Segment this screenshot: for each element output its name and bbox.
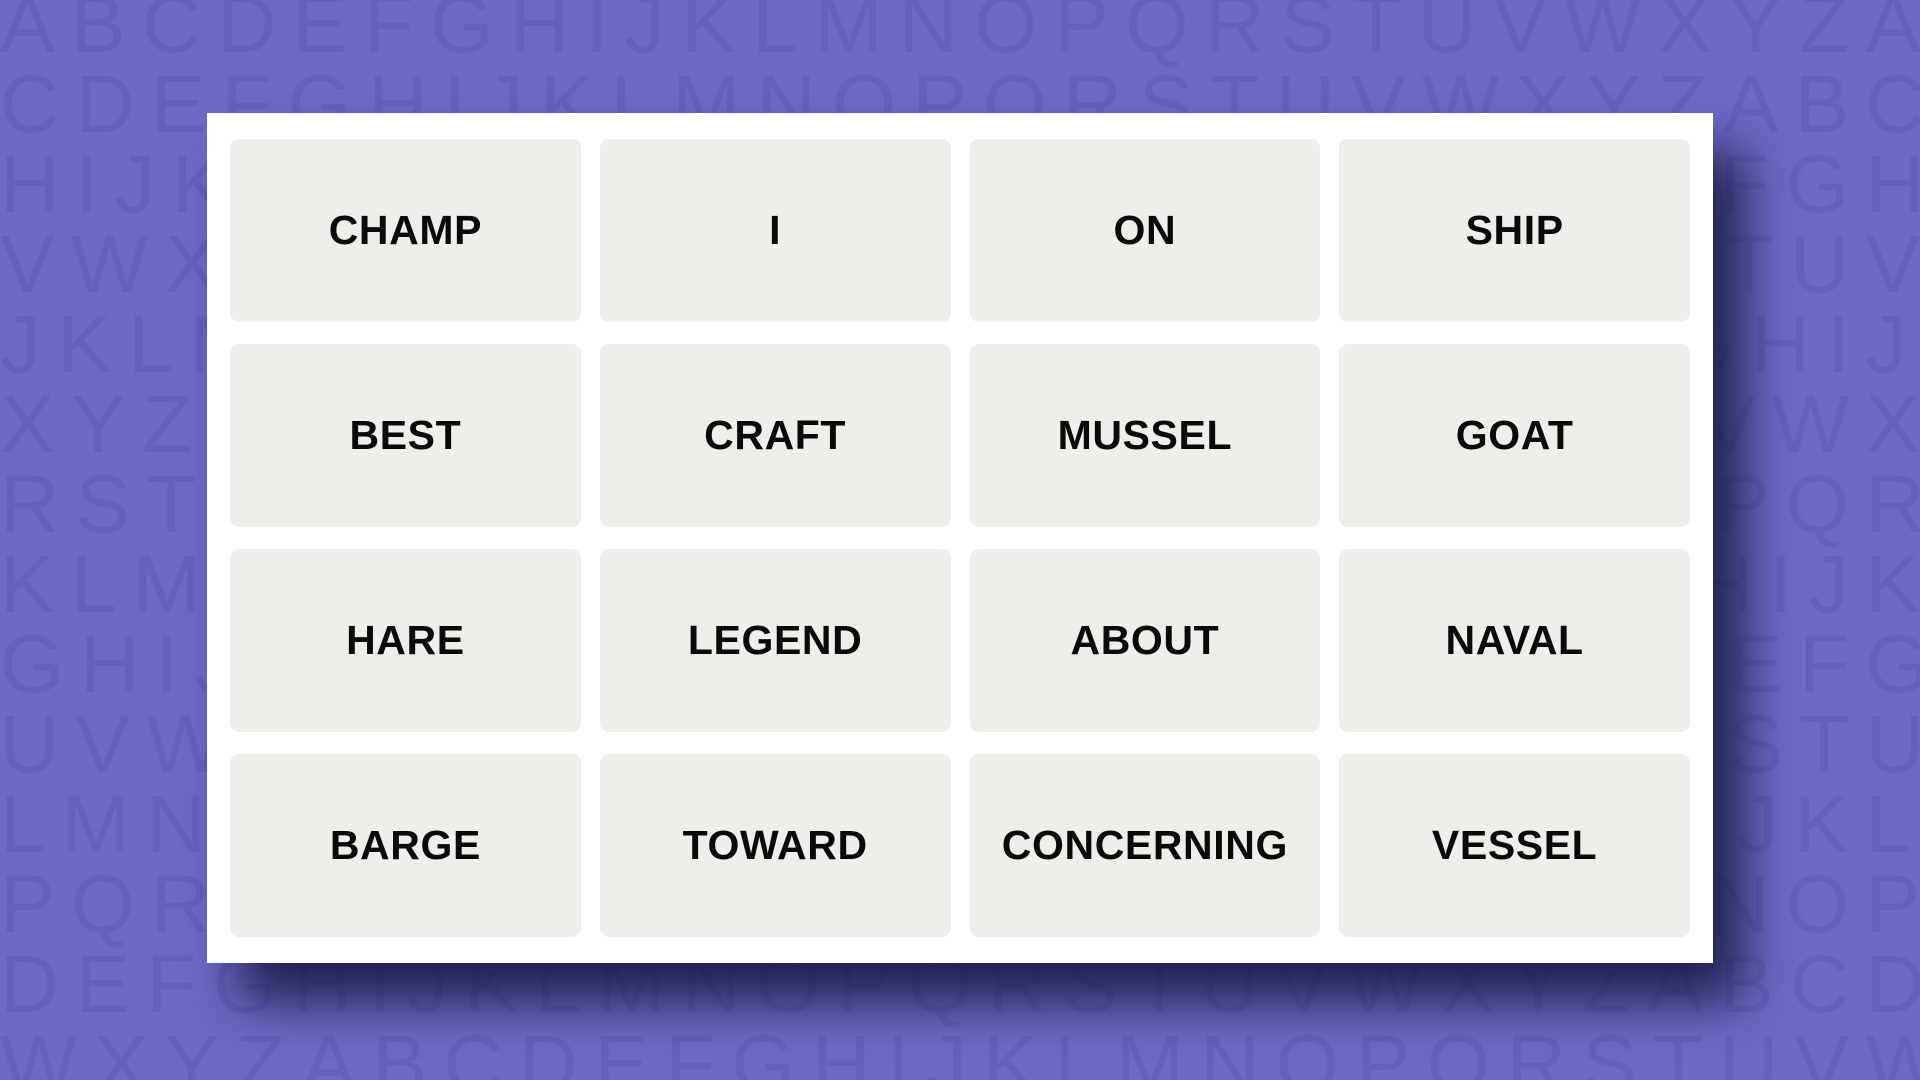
background-letter-row: WXYZABCDEFGHIJKLMNOPQRSTUVWXYZAB bbox=[0, 1019, 1920, 1080]
word-tile[interactable]: VESSEL bbox=[1339, 754, 1690, 937]
word-tile[interactable]: BARGE bbox=[230, 754, 581, 937]
word-tile-label: TOWARD bbox=[682, 822, 868, 868]
word-tile-label: MUSSEL bbox=[1057, 412, 1233, 458]
background-letter-row: ABCDEFGHIJKLMNOPQRSTUVWXYZABCDEF bbox=[0, 0, 1920, 70]
word-tile[interactable]: ABOUT bbox=[969, 549, 1321, 732]
word-tile[interactable]: NAVAL bbox=[1339, 549, 1690, 732]
word-tile[interactable]: SHIP bbox=[1339, 139, 1690, 322]
word-tile-label: LEGEND bbox=[687, 617, 863, 663]
word-tile-label: BARGE bbox=[329, 822, 481, 868]
word-tile[interactable]: TOWARD bbox=[599, 754, 951, 937]
word-tile-label: HARE bbox=[346, 617, 465, 663]
word-tile-label: ON bbox=[1113, 207, 1177, 253]
word-tile[interactable]: CRAFT bbox=[599, 344, 951, 527]
word-tile-label: VESSEL bbox=[1431, 822, 1598, 868]
word-tile-label: I bbox=[769, 207, 782, 253]
word-tile[interactable]: HARE bbox=[230, 549, 581, 732]
word-tile[interactable]: I bbox=[599, 139, 951, 322]
word-tile-label: CRAFT bbox=[704, 412, 847, 458]
word-tile[interactable]: MUSSEL bbox=[969, 344, 1321, 527]
word-tile-label: BEST bbox=[349, 412, 462, 458]
word-tile-label: CONCERNING bbox=[1001, 822, 1288, 868]
word-tile[interactable]: GOAT bbox=[1339, 344, 1690, 527]
word-tile[interactable]: ON bbox=[969, 139, 1321, 322]
word-tile-label: NAVAL bbox=[1445, 617, 1584, 663]
puzzle-card: CHAMP I ON SHIP BEST CRAFT MUSSEL GOAT HARE LEGEN… bbox=[207, 113, 1713, 963]
word-tile-label: ABOUT bbox=[1070, 617, 1220, 663]
word-tile[interactable]: LEGEND bbox=[599, 549, 951, 732]
word-tile[interactable]: CONCERNING bbox=[969, 754, 1321, 937]
word-tile-grid: CHAMP I ON SHIP BEST CRAFT MUSSEL GOAT HARE LEGEN… bbox=[230, 139, 1690, 937]
word-tile-label: GOAT bbox=[1455, 412, 1574, 458]
word-tile[interactable]: BEST bbox=[230, 344, 581, 527]
word-tile-label: SHIP bbox=[1465, 207, 1564, 253]
word-tile-label: CHAMP bbox=[328, 207, 483, 253]
word-tile[interactable]: CHAMP bbox=[230, 139, 581, 322]
